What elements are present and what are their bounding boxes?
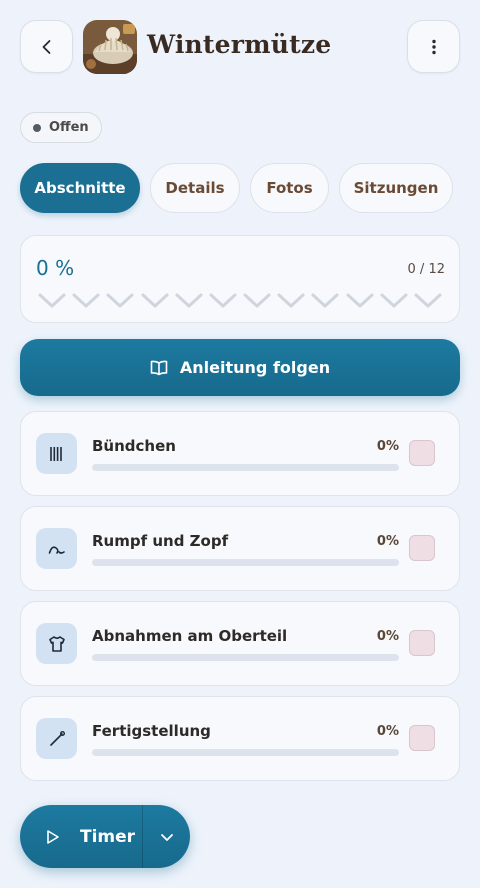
more-vertical-icon bbox=[431, 39, 436, 54]
tab-details[interactable]: Details bbox=[150, 163, 240, 213]
progress-chevron bbox=[38, 293, 66, 308]
back-button[interactable] bbox=[20, 20, 73, 73]
progress-chevron bbox=[346, 293, 374, 308]
ribbing-icon bbox=[36, 433, 77, 474]
progress-chevron bbox=[209, 293, 237, 308]
section-percent: 0% bbox=[376, 534, 399, 549]
progress-chevron bbox=[106, 293, 134, 308]
chevron-left-icon bbox=[42, 39, 50, 54]
section-percent: 0% bbox=[376, 629, 399, 644]
shirt-icon bbox=[36, 623, 77, 664]
needle-icon bbox=[36, 718, 77, 759]
section-card[interactable]: Fertigstellung 0% bbox=[20, 696, 460, 781]
tab-bar: Abschnitte Details Fotos Sitzungen bbox=[20, 163, 460, 213]
section-progress-bar bbox=[92, 654, 399, 661]
status-dot bbox=[33, 123, 41, 132]
progress-chevron bbox=[277, 293, 305, 308]
tab-fotos[interactable]: Fotos bbox=[250, 163, 329, 213]
overall-progress-card: 0 % 0 / 12 bbox=[20, 235, 460, 323]
follow-pattern-label: Anleitung folgen bbox=[179, 358, 331, 377]
status-label: Offen bbox=[49, 120, 89, 135]
progress-chevron bbox=[175, 293, 203, 308]
section-progress-bar bbox=[92, 749, 399, 756]
timer-dropdown-button[interactable] bbox=[143, 805, 190, 868]
progress-chevron bbox=[72, 293, 100, 308]
more-menu-button[interactable] bbox=[407, 20, 460, 73]
timer-button[interactable]: Timer bbox=[20, 805, 142, 868]
section-checkbox[interactable] bbox=[409, 630, 435, 656]
progress-chevron bbox=[311, 293, 339, 308]
progress-chevron bbox=[414, 293, 442, 308]
section-card[interactable]: Abnahmen am Oberteil 0% bbox=[20, 601, 460, 686]
progress-chevron bbox=[243, 293, 271, 308]
progress-count: 0 / 12 bbox=[407, 262, 445, 277]
section-percent: 0% bbox=[376, 724, 399, 739]
progress-percent: 0 % bbox=[36, 256, 75, 280]
progress-chevron bbox=[141, 293, 169, 308]
section-percent: 0% bbox=[376, 439, 399, 454]
cable-icon bbox=[36, 528, 77, 569]
progress-chevrons bbox=[37, 291, 443, 309]
chevron-down-icon bbox=[160, 833, 173, 841]
tab-abschnitte[interactable]: Abschnitte bbox=[20, 163, 140, 213]
follow-pattern-button[interactable]: Anleitung folgen bbox=[20, 339, 460, 396]
section-checkbox[interactable] bbox=[409, 440, 435, 466]
header: Wintermütze bbox=[20, 20, 460, 74]
section-progress-bar bbox=[92, 464, 399, 471]
status-badge: Offen bbox=[20, 112, 102, 143]
section-checkbox[interactable] bbox=[409, 725, 435, 751]
section-name: Rumpf und Zopf bbox=[92, 532, 229, 550]
play-icon bbox=[47, 829, 59, 844]
section-card[interactable]: Bündchen 0% bbox=[20, 411, 460, 496]
progress-chevron bbox=[380, 293, 408, 308]
section-name: Abnahmen am Oberteil bbox=[92, 627, 288, 645]
section-checkbox[interactable] bbox=[409, 535, 435, 561]
book-open-icon bbox=[150, 360, 168, 375]
page-title: Wintermütze bbox=[147, 30, 332, 59]
section-progress-bar bbox=[92, 559, 399, 566]
project-thumbnail bbox=[83, 20, 137, 74]
timer-button-group: Timer bbox=[20, 805, 190, 868]
timer-label: Timer bbox=[80, 826, 136, 847]
section-name: Fertigstellung bbox=[92, 722, 211, 740]
tab-sitzungen[interactable]: Sitzungen bbox=[339, 163, 453, 213]
section-card[interactable]: Rumpf und Zopf 0% bbox=[20, 506, 460, 591]
section-name: Bündchen bbox=[92, 437, 176, 455]
